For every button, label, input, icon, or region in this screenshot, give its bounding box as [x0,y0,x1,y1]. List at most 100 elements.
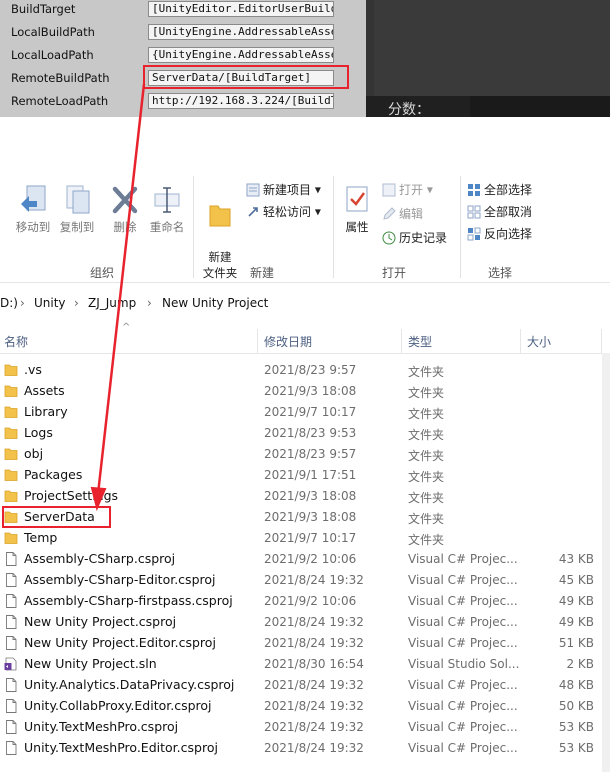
folder-row[interactable]: Temp 2021/9/7 10:17 文件夹 [0,528,610,549]
column-divider[interactable] [257,329,258,353]
field-label: LocalLoadPath [11,48,94,62]
file-type: Visual C# Projec... [408,741,518,755]
column-header-name[interactable]: 名称 [4,333,28,350]
breadcrumb-new-unity-project[interactable]: New Unity Project [162,296,268,310]
remote-load-path-field[interactable]: http://192.168.3.224/[BuildTarg [148,93,334,109]
folder-row[interactable]: Library 2021/9/7 10:17 文件夹 [0,402,610,423]
file-row[interactable]: Unity.Analytics.DataPrivacy.csproj 2021/8… [0,675,610,696]
game-view-background [374,0,610,96]
document-icon [6,594,17,608]
field-label: RemoteBuildPath [11,71,110,85]
invert-selection-icon [467,227,481,240]
history-label: 历史记录 [399,231,448,245]
new-folder-icon [209,205,231,227]
chevron-down-icon: ▾ [311,204,321,219]
folder-icon [4,427,18,439]
group-label-organize: 组织 [90,266,115,280]
select-all-icon [468,183,480,196]
file-size: 2 KB [566,657,594,671]
new-item-label: 新建项目 [263,183,312,197]
visual-studio-solution-icon [4,657,17,671]
document-icon [6,741,17,755]
column-header-type[interactable]: 类型 [408,333,432,350]
vertical-scrollbar[interactable] [602,353,610,772]
build-target-field[interactable]: [UnityEditor.EditorUserBuildSett [148,1,334,17]
file-size: 51 KB [558,636,594,650]
address-bar[interactable]: D:) › Unity › ZJ_Jump › New Unity Projec… [0,293,610,315]
open-button[interactable]: 打开 ▾ [382,181,433,201]
file-date: 2021/8/24 19:32 [264,636,364,650]
file-row[interactable]: Assembly-CSharp-firstpass.csproj 2021/9/2… [0,591,610,612]
copy-to-button[interactable]: 复制到 [56,184,98,235]
file-row[interactable]: Unity.TextMeshPro.Editor.csproj 2021/8/24… [0,738,610,759]
easy-access-button[interactable]: 轻松访问 ▾ [246,203,321,223]
edit-button[interactable]: 编辑 [382,205,423,225]
file-date: 2021/9/7 10:17 [264,531,357,545]
delete-button[interactable]: 删除 [108,184,142,235]
file-name: Temp [24,530,58,545]
folder-row[interactable]: Packages 2021/9/1 17:51 文件夹 [0,465,610,486]
rename-button[interactable]: 重命名 [146,184,188,235]
file-type: Visual C# Projec... [408,552,518,566]
select-all-button[interactable]: 全部选择 [467,181,532,201]
delete-x-icon [112,186,138,214]
folder-row[interactable]: .vs 2021/8/23 9:57 文件夹 [0,360,610,381]
breadcrumb-drive[interactable]: D:) [0,296,18,310]
file-type: Visual C# Projec... [408,573,518,587]
document-icon [6,573,17,587]
folder-row[interactable]: Logs 2021/8/23 9:53 文件夹 [0,423,610,444]
group-label-new: 新建 [250,266,275,280]
file-date: 2021/8/30 16:54 [264,657,364,671]
file-row[interactable]: New Unity Project.Editor.csproj 2021/8/24… [0,633,610,654]
local-build-path-field[interactable]: [UnityEngine.AddressableAssets [148,24,334,40]
group-separator [460,176,461,278]
folder-icon [4,532,18,544]
breadcrumb-unity[interactable]: Unity [34,296,66,310]
file-row[interactable]: Unity.CollabProxy.Editor.csproj 2021/8/24… [0,696,610,717]
new-folder-button[interactable]: 新建 文件夹 [198,184,242,281]
column-divider[interactable] [401,329,402,353]
file-row[interactable]: Unity.TextMeshPro.csproj 2021/8/24 19:32 V… [0,717,610,738]
file-type: Visual C# Projec... [408,720,518,734]
file-list-header: 名称 修改日期 类型 大小 [0,329,610,354]
column-header-size[interactable]: 大小 [527,333,551,350]
column-divider[interactable] [601,329,602,353]
file-type: 文件夹 [408,449,445,463]
new-item-button[interactable]: 新建项目 ▾ [246,181,321,201]
highlight-remote-build-path [143,65,349,89]
file-row[interactable]: New Unity Project.csproj 2021/8/24 19:32 V… [0,612,610,633]
column-divider[interactable] [520,329,521,353]
properties-button[interactable]: 属性 [340,184,374,235]
easy-access-label: 轻松访问 [263,205,312,219]
field-label: LocalBuildPath [11,25,95,39]
file-name: Unity.TextMeshPro.Editor.csproj [24,740,218,755]
file-date: 2021/8/24 19:32 [264,678,364,692]
history-button[interactable]: 历史记录 [382,229,447,249]
file-name: Logs [24,425,53,440]
breadcrumb-zj-jump[interactable]: ZJ_Jump [88,296,136,310]
file-date: 2021/8/24 19:32 [264,720,364,734]
file-row[interactable]: New Unity Project.sln 2021/8/30 16:54 Visu… [0,654,610,675]
file-name: ProjectSettings [24,488,119,503]
file-size: 45 KB [558,573,594,587]
field-label: RemoteLoadPath [11,94,109,108]
file-row[interactable]: Assembly-CSharp-Editor.csproj 2021/8/24 1… [0,570,610,591]
invert-selection-button[interactable]: 反向选择 [467,225,532,245]
properties-label: 属性 [345,220,369,234]
column-header-date[interactable]: 修改日期 [264,333,312,350]
local-load-path-field[interactable]: {UnityEngine.AddressableAsset [148,47,334,63]
folder-row[interactable]: Assets 2021/9/3 18:08 文件夹 [0,381,610,402]
select-none-button[interactable]: 全部取消 [467,203,532,223]
move-to-icon [21,185,46,212]
file-name: Assembly-CSharp-firstpass.csproj [24,593,233,608]
explorer-ribbon: 移动到 复制到 删除 重命名 组织 新建 文件夹 新建项目 ▾ 轻松访问 ▾ 新… [0,172,610,283]
file-type: 文件夹 [408,470,445,484]
file-row[interactable]: Assembly-CSharp.csproj 2021/9/2 10:06 Visu… [0,549,610,570]
folder-row[interactable]: ProjectSettings 2021/9/3 18:08 文件夹 [0,486,610,507]
move-to-button[interactable]: 移动到 [12,184,54,235]
profile-row-local-build-path: LocalBuildPath [UnityEngine.AddressableA… [0,24,366,42]
document-icon [6,678,17,692]
folder-row[interactable]: obj 2021/8/23 9:57 文件夹 [0,444,610,465]
file-type: 文件夹 [408,491,445,505]
chevron-down-icon: ▾ [423,182,433,197]
